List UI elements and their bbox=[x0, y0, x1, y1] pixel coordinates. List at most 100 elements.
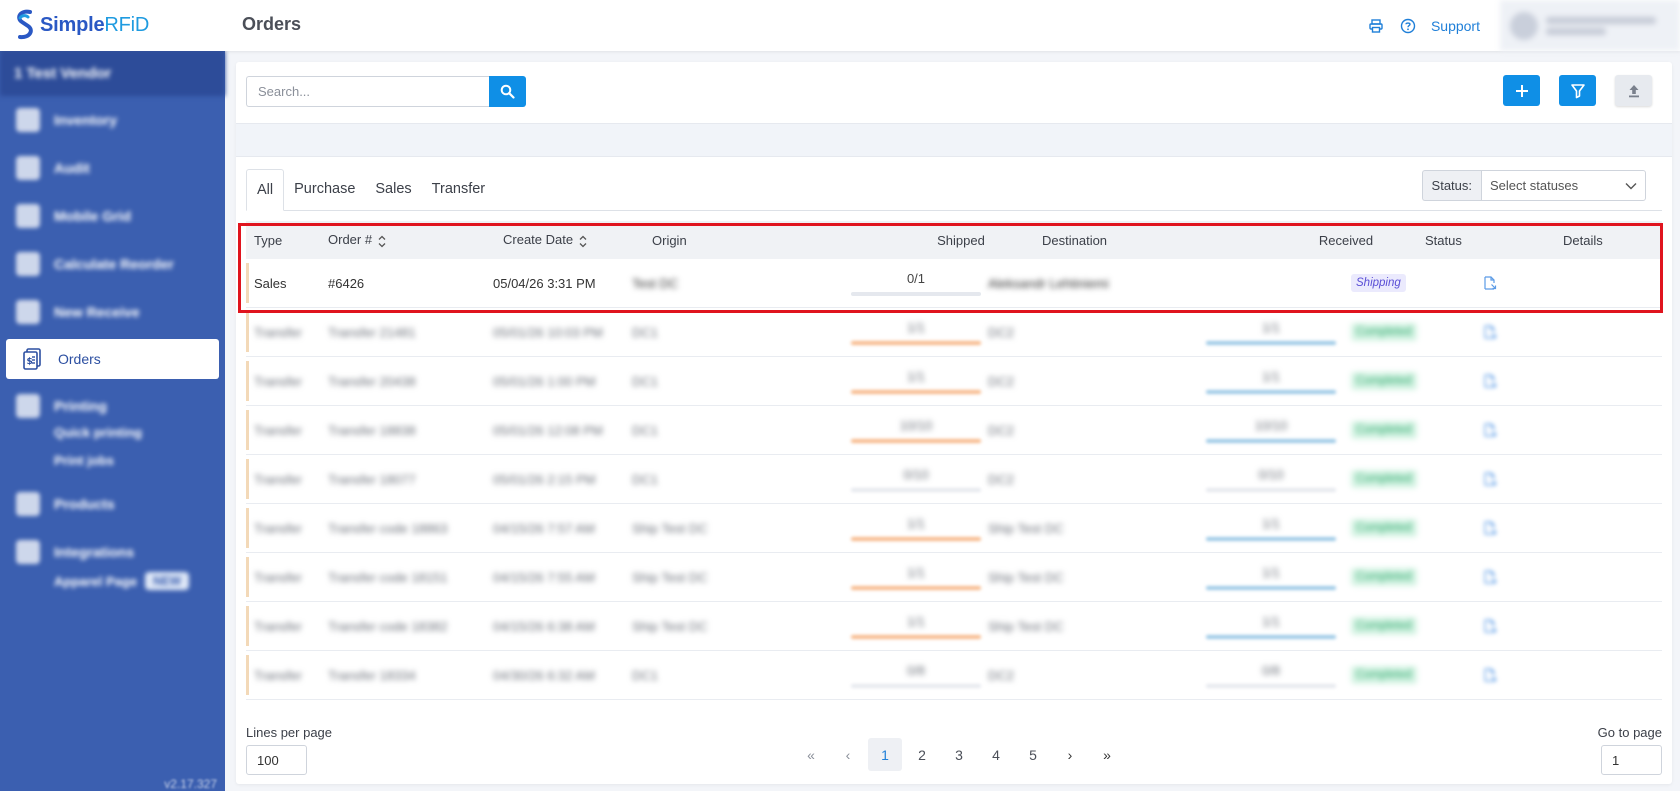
sidebar-item-new-receive[interactable]: New Receive bbox=[0, 288, 225, 336]
sidebar-subitem-apparel-page[interactable]: Apparel Page NEW bbox=[0, 564, 225, 598]
document-details-icon[interactable] bbox=[1483, 325, 1497, 339]
cell-received: 10/10 bbox=[1206, 406, 1336, 454]
table-row[interactable]: Transfer Transfer code 18382 04/15/26 6:38… bbox=[246, 602, 1662, 651]
org-switcher[interactable]: 1 Test Vendor bbox=[0, 51, 225, 96]
document-details-icon[interactable] bbox=[1483, 423, 1497, 437]
search-bar bbox=[246, 76, 526, 107]
orders-panel: All Purchase Sales Transfer Status: Sele… bbox=[236, 62, 1672, 784]
document-details-icon[interactable] bbox=[1483, 472, 1497, 486]
sidebar-item-mobile-grid[interactable]: Mobile Grid bbox=[0, 192, 225, 240]
prev-page-button[interactable]: ‹ bbox=[831, 738, 865, 771]
cell-origin: Ship Test DC bbox=[632, 504, 708, 552]
cell-received-count: 0/10 bbox=[1258, 466, 1284, 482]
cell-order-number-text: Transfer 21481 bbox=[328, 324, 416, 340]
cell-destination-text: Aleksandr Lehtiniemi bbox=[988, 275, 1109, 291]
sidebar-subitem-print-jobs[interactable]: Print jobs bbox=[0, 446, 225, 474]
cell-order-number-text: #6426 bbox=[328, 275, 365, 291]
last-page-button[interactable]: » bbox=[1090, 738, 1124, 771]
sidebar-item-audit[interactable]: Audit bbox=[0, 144, 225, 192]
header-create-date[interactable]: Create Date bbox=[503, 232, 587, 247]
table-row[interactable]: Transfer Transfer code 18863 04/15/26 7:57… bbox=[246, 504, 1662, 553]
search-button[interactable] bbox=[489, 76, 526, 107]
cell-shipped-progress-fill bbox=[851, 536, 981, 541]
header-order-number[interactable]: Order # bbox=[328, 232, 386, 247]
top-right-controls: Support bbox=[1367, 0, 1680, 51]
header-type[interactable]: Type bbox=[254, 233, 282, 248]
sidebar-subitem-quick-printing[interactable]: Quick printing bbox=[0, 418, 225, 446]
page-button[interactable]: 1 bbox=[868, 738, 902, 771]
first-page-button[interactable]: « bbox=[794, 738, 828, 771]
cell-received-progress-fill bbox=[1206, 438, 1336, 443]
filter-button[interactable] bbox=[1559, 75, 1596, 106]
tab-purchase[interactable]: Purchase bbox=[284, 169, 365, 210]
go-to-page-input[interactable] bbox=[1601, 745, 1662, 775]
header-order-number-label: Order # bbox=[328, 232, 373, 248]
export-button[interactable] bbox=[1615, 75, 1652, 106]
table-row[interactable]: Transfer Transfer 18838 05/01/26 12:08 PM D… bbox=[246, 406, 1662, 455]
tab-transfer[interactable]: Transfer bbox=[422, 169, 495, 210]
document-details-icon[interactable] bbox=[1483, 619, 1497, 633]
cell-received-progress-bar bbox=[1206, 536, 1336, 541]
tab-sales[interactable]: Sales bbox=[365, 169, 421, 210]
cell-order-number-text: Transfer code 18151 bbox=[328, 569, 448, 585]
support-link[interactable]: Support bbox=[1431, 18, 1480, 34]
sidebar-item-calculate-reorder[interactable]: Calculate Reorder bbox=[0, 240, 225, 288]
sidebar-item-label: Orders bbox=[58, 351, 101, 367]
cell-shipped-count: 1/1 bbox=[906, 564, 926, 580]
cell-order-number: Transfer code 18382 bbox=[328, 602, 447, 650]
table-row[interactable]: Transfer Transfer 20438 05/01/26 1:00 PM DC… bbox=[246, 357, 1662, 406]
status-badge: Shipping bbox=[1351, 274, 1406, 292]
orders-icon: $ bbox=[20, 347, 44, 371]
cell-type: Transfer bbox=[254, 308, 302, 356]
search-input[interactable] bbox=[246, 76, 489, 107]
cell-shipped-progress-fill bbox=[851, 340, 981, 345]
lines-per-page-input[interactable] bbox=[246, 745, 307, 775]
sidebar: 1 Test Vendor Inventory Audit Mobile Gri… bbox=[0, 51, 225, 791]
cell-destination-text: DC2 bbox=[988, 324, 1015, 340]
status-select[interactable]: Select statuses bbox=[1481, 170, 1646, 201]
cell-origin-text: Ship Test DC bbox=[632, 520, 708, 536]
document-details-icon[interactable] bbox=[1483, 668, 1497, 682]
sidebar-item-orders[interactable]: $ Orders bbox=[6, 339, 219, 379]
cell-destination-text: Ship Test DC bbox=[988, 618, 1064, 634]
document-details-icon[interactable] bbox=[1483, 374, 1497, 388]
lines-per-page-label: Lines per page bbox=[246, 725, 333, 740]
cell-received: 1/1 bbox=[1206, 602, 1336, 650]
document-details-icon[interactable] bbox=[1483, 521, 1497, 535]
cell-status: Completed bbox=[1351, 553, 1417, 601]
tab-all[interactable]: All bbox=[246, 169, 285, 211]
sidebar-item-products[interactable]: Products bbox=[0, 480, 225, 528]
next-page-button[interactable]: › bbox=[1053, 738, 1087, 771]
cell-received-progress-bar bbox=[1206, 487, 1336, 492]
table-row[interactable]: Transfer Transfer code 18151 04/15/26 7:55… bbox=[246, 553, 1662, 602]
user-menu[interactable] bbox=[1500, 0, 1680, 51]
table-row[interactable]: Transfer Transfer 18334 04/30/26 6:32 AM DC… bbox=[246, 651, 1662, 700]
cell-status: Completed bbox=[1351, 308, 1417, 356]
table-row[interactable]: Sales #6426 05/04/26 3:31 PM Test DC 0/1 Alek… bbox=[246, 259, 1662, 308]
help-icon[interactable] bbox=[1399, 17, 1417, 35]
cell-received-progress-fill bbox=[1206, 389, 1336, 394]
cell-received-progress-bar bbox=[1206, 585, 1336, 590]
cell-received-progress-bar bbox=[1206, 340, 1336, 345]
cell-shipped-progress-bar bbox=[851, 487, 981, 492]
cell-shipped-progress-bar bbox=[851, 291, 981, 296]
cell-origin-text: Ship Test DC bbox=[632, 569, 708, 585]
user-name bbox=[1546, 16, 1656, 24]
cell-create-date-text: 04/15/26 7:57 AM bbox=[493, 520, 595, 536]
go-to-page: Go to page bbox=[1598, 725, 1662, 775]
app-logo[interactable]: SimpleRFiD bbox=[12, 8, 149, 42]
sidebar-item-inventory[interactable]: Inventory bbox=[0, 96, 225, 144]
printer-icon[interactable] bbox=[1367, 17, 1385, 35]
page-button[interactable]: 4 bbox=[979, 738, 1013, 771]
document-details-icon[interactable] bbox=[1483, 276, 1497, 290]
document-details-icon[interactable] bbox=[1483, 570, 1497, 584]
table-row[interactable]: Transfer Transfer 18077 05/01/26 2:15 PM DC… bbox=[246, 455, 1662, 504]
sidebar-item-label: New Receive bbox=[54, 304, 140, 320]
add-order-button[interactable] bbox=[1503, 75, 1540, 106]
cell-origin-text: DC1 bbox=[632, 471, 659, 487]
page-button[interactable]: 2 bbox=[905, 738, 939, 771]
page-button[interactable]: 3 bbox=[942, 738, 976, 771]
table-row[interactable]: Transfer Transfer 21481 05/01/26 10:03 PM D… bbox=[246, 308, 1662, 357]
page-button[interactable]: 5 bbox=[1016, 738, 1050, 771]
upload-icon bbox=[1628, 84, 1639, 97]
